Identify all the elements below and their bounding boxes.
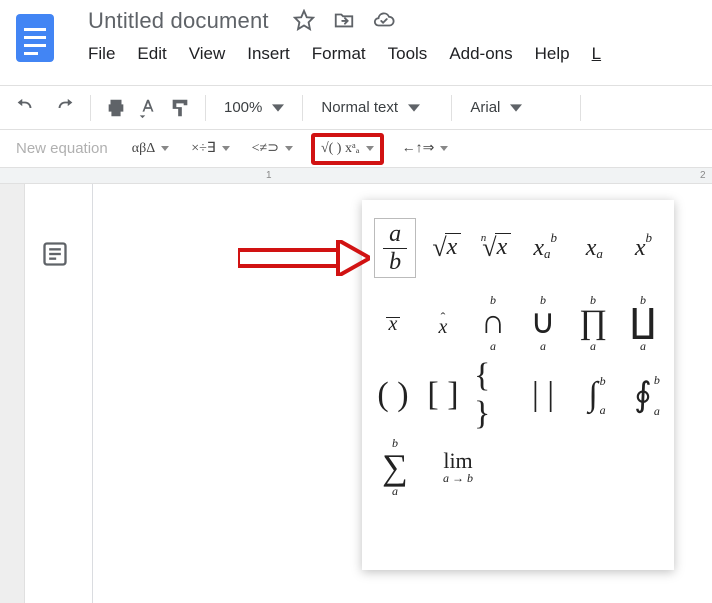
- toolbar-sep: [90, 95, 91, 121]
- eq-category-arrows-label: ←↑⇒: [402, 140, 435, 157]
- document-title[interactable]: Untitled document: [88, 8, 269, 34]
- math-x-sub-a-sup-b[interactable]: xab: [527, 221, 564, 275]
- toolbar-sep: [580, 95, 581, 121]
- title-area: Untitled document: [88, 8, 702, 64]
- left-gutter: [24, 184, 92, 603]
- chevron-down-icon: [222, 146, 230, 151]
- toolbar-sep: [451, 95, 452, 121]
- app-header: Untitled document: [0, 0, 712, 86]
- math-row-2: x ˆx b∩a b∪a b∏a b∐a: [374, 296, 662, 350]
- fraction-denominator: b: [383, 249, 407, 276]
- math-hat-x[interactable]: ˆx: [424, 296, 462, 350]
- math-vertical-bars[interactable]: | |: [524, 368, 562, 422]
- move-icon[interactable]: [333, 9, 355, 34]
- title-row: Untitled document: [88, 8, 702, 34]
- math-bigcap[interactable]: b∩a: [474, 296, 512, 350]
- toolbar-history-group: [14, 97, 76, 119]
- eq-category-relations[interactable]: <≠⊃: [248, 138, 297, 159]
- outline-icon[interactable]: [41, 240, 69, 271]
- math-fraction[interactable]: a b: [374, 218, 416, 278]
- menu-file[interactable]: File: [88, 44, 115, 64]
- print-button[interactable]: [105, 97, 127, 119]
- menu-insert[interactable]: Insert: [247, 44, 290, 64]
- eq-category-operators-label: ×÷∃: [191, 140, 215, 157]
- math-bigcoprod[interactable]: b∐a: [624, 296, 662, 350]
- paragraph-style-dropdown[interactable]: Normal text: [317, 99, 437, 116]
- math-parentheses[interactable]: ( ): [374, 368, 412, 422]
- left-gray-panel: [0, 184, 24, 603]
- zoom-value: 100%: [224, 99, 262, 116]
- ruler-mark-2: 2: [700, 170, 706, 181]
- eq-category-relations-label: <≠⊃: [252, 140, 279, 157]
- cloud-done-icon[interactable]: [373, 9, 395, 34]
- ruler[interactable]: 1 2: [0, 168, 712, 184]
- toolbar-sep: [205, 95, 206, 121]
- chevron-down-icon: [440, 146, 448, 151]
- docs-logo-icon[interactable]: [10, 8, 60, 71]
- math-x-sub-a[interactable]: xa: [576, 221, 613, 275]
- toolbar-sep: [302, 95, 303, 121]
- math-contour-integral[interactable]: ∮ba: [624, 368, 662, 422]
- fraction-numerator: a: [383, 221, 407, 249]
- eq-category-math[interactable]: √( ) xᵃₐ: [311, 133, 384, 165]
- menu-tools[interactable]: Tools: [388, 44, 428, 64]
- chevron-down-icon: [366, 146, 374, 151]
- undo-button[interactable]: [14, 97, 36, 119]
- paragraph-style-value: Normal text: [321, 99, 398, 116]
- star-icon[interactable]: [293, 9, 315, 34]
- chevron-down-icon: [285, 146, 293, 151]
- title-icon-row: [293, 9, 395, 34]
- math-row-4: b∑a lima → b: [374, 440, 662, 494]
- equation-toolbar: New equation αβΔ ×÷∃ <≠⊃ √( ) xᵃₐ ←↑⇒: [0, 130, 712, 168]
- math-sqrt[interactable]: √x: [428, 221, 465, 275]
- zoom-dropdown[interactable]: 100%: [220, 99, 288, 116]
- math-operations-panel: a b √x n√x xab xa xb x ˆx b∩a b∪: [362, 200, 674, 570]
- font-dropdown[interactable]: Arial: [466, 99, 566, 116]
- math-bar-x[interactable]: x: [374, 296, 412, 350]
- math-bigprod[interactable]: b∏a: [574, 296, 612, 350]
- math-braces[interactable]: { }: [474, 368, 512, 422]
- menu-addons[interactable]: Add-ons: [449, 44, 512, 64]
- math-row-1: a b √x n√x xab xa xb: [374, 218, 662, 278]
- spellcheck-button[interactable]: [137, 97, 159, 119]
- menu-format[interactable]: Format: [312, 44, 366, 64]
- math-integral[interactable]: ∫ba: [574, 368, 612, 422]
- redo-button[interactable]: [54, 97, 76, 119]
- math-brackets[interactable]: [ ]: [424, 368, 462, 422]
- math-row-3: ( ) [ ] { } | | ∫ba ∮ba: [374, 368, 662, 422]
- toolbar: 100% Normal text Arial: [0, 86, 712, 130]
- math-bigcup[interactable]: b∪a: [524, 296, 562, 350]
- math-limit[interactable]: lima → b: [428, 440, 488, 494]
- menu-more[interactable]: L: [592, 44, 601, 64]
- font-value: Arial: [470, 99, 500, 116]
- eq-category-operators[interactable]: ×÷∃: [187, 138, 233, 159]
- menu-bar: File Edit View Insert Format Tools Add-o…: [88, 44, 702, 64]
- paint-format-button[interactable]: [169, 97, 191, 119]
- eq-category-greek-label: αβΔ: [132, 141, 155, 157]
- eq-category-greek[interactable]: αβΔ: [128, 139, 173, 159]
- math-sum[interactable]: b∑a: [374, 440, 416, 494]
- menu-help[interactable]: Help: [535, 44, 570, 64]
- math-nth-root[interactable]: n√x: [477, 221, 514, 275]
- new-equation-button[interactable]: New equation: [16, 140, 114, 157]
- menu-view[interactable]: View: [189, 44, 226, 64]
- menu-edit[interactable]: Edit: [137, 44, 166, 64]
- eq-category-arrows[interactable]: ←↑⇒: [398, 138, 453, 159]
- eq-category-math-label: √( ) xᵃₐ: [321, 141, 360, 157]
- ruler-mark-1: 1: [266, 170, 272, 181]
- math-x-sup-b[interactable]: xb: [625, 221, 662, 275]
- chevron-down-icon: [161, 146, 169, 151]
